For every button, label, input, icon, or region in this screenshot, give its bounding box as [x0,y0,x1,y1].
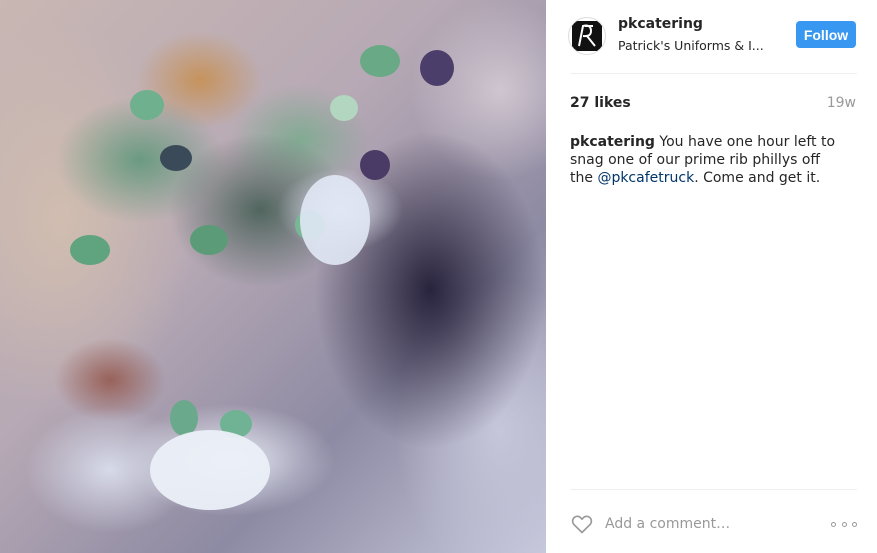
microgreen-leaf [330,95,358,121]
post-location[interactable]: Patrick's Uniforms & I... [618,38,788,53]
post-modal: pkcatering Patrick's Uniforms & I... Fol… [0,0,877,553]
author-username[interactable]: pkcatering [618,16,703,32]
microgreen-leaf [360,150,390,180]
post-details: pkcatering Patrick's Uniforms & I... Fol… [546,0,877,553]
likes-count[interactable]: 27 likes [570,95,631,111]
post-header: pkcatering Patrick's Uniforms & I... Fol… [546,0,877,72]
header-divider [570,73,857,74]
post-photo[interactable] [0,0,546,553]
follow-button[interactable]: Follow [796,21,856,48]
caption-author[interactable]: pkcatering [570,134,655,150]
microgreen-leaf [130,90,164,120]
microgreen-leaf [160,145,192,171]
post-caption: pkcatering You have one hour left to sna… [570,133,845,187]
more-options-icon[interactable] [831,518,857,530]
pk-monogram-logo[interactable] [568,17,606,55]
post-age[interactable]: 19w [827,95,856,111]
sauce-drizzle [300,175,370,265]
sauce-drizzle [150,430,270,510]
microgreen-leaf [190,225,228,255]
microgreen-leaf [420,50,454,86]
dot [841,521,847,527]
microgreen-leaf [70,235,110,265]
caption-text-end: . Come and get it. [694,170,821,186]
comment-input[interactable] [605,512,805,536]
dot [831,521,836,527]
comment-bar [570,508,857,542]
dot [852,521,857,527]
caption-mention[interactable]: @pkcafetruck [597,170,694,186]
comment-divider [570,489,857,490]
heart-icon[interactable] [570,512,594,536]
microgreen-leaf [360,45,400,77]
